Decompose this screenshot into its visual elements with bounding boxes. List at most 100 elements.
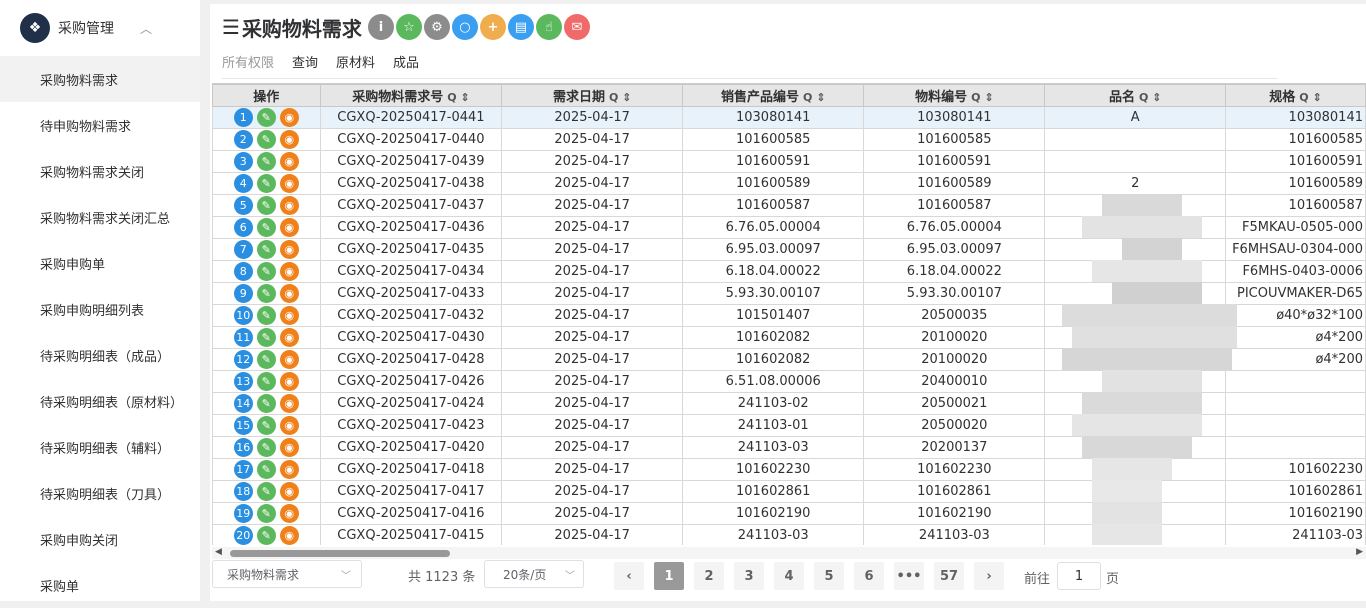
column-header[interactable]: 品名 Q ⇕ [1044,84,1226,107]
table-row[interactable]: 17 ✎ ◉ CGXQ-20250417-0418 2025-04-17 10160223… [212,458,1366,481]
sidebar-header[interactable]: ❖ 采购管理 ︿ [0,0,200,56]
edit-icon[interactable]: ✎ [256,174,276,193]
tab[interactable]: 查询 [292,52,318,71]
sidebar-item[interactable]: 待采购明细表（原材料） [0,378,200,424]
goto-page-input[interactable]: 1 [1057,562,1101,590]
sidebar-item[interactable]: 待采购明细表（成品） [0,332,200,378]
edit-icon[interactable]: ✎ [256,196,276,215]
sidebar-item[interactable]: 采购物料需求关闭汇总 [0,194,200,240]
eye-icon[interactable]: ◉ [279,196,299,215]
table-row[interactable]: 12 ✎ ◉ CGXQ-20250417-0428 2025-04-17 10160208… [212,348,1366,371]
sidebar-item[interactable]: 采购单 [0,562,200,608]
column-header[interactable]: 销售产品编号 Q ⇕ [682,84,865,107]
table-row[interactable]: 10 ✎ ◉ CGXQ-20250417-0432 2025-04-17 10150140… [212,304,1366,327]
scrollbar-thumb[interactable] [230,550,450,557]
edit-icon[interactable]: ✎ [256,394,276,413]
next-page-button[interactable]: › [974,562,1004,590]
column-header[interactable]: 规格 Q ⇕ [1225,84,1366,107]
eye-icon[interactable]: ◉ [279,394,299,413]
sidebar-item[interactable]: 待采购明细表（刀具） [0,470,200,516]
edit-icon[interactable]: ✎ [256,460,276,479]
edit-icon[interactable]: ✎ [256,306,276,325]
page-button[interactable]: 1 [654,562,684,590]
eye-icon[interactable]: ◉ [279,460,299,479]
edit-icon[interactable]: ✎ [256,504,276,523]
table-row[interactable]: 7 ✎ ◉ CGXQ-20250417-0435 2025-04-17 6.95.03.0… [212,238,1366,261]
search-sort-icon[interactable]: Q ⇕ [609,91,631,104]
eye-icon[interactable]: ◉ [279,262,299,281]
sidebar-item[interactable]: 采购申购关闭 [0,516,200,562]
sidebar-item[interactable]: 待采购明细表（辅料） [0,424,200,470]
edit-icon[interactable]: ✎ [256,526,276,545]
eye-icon[interactable]: ◉ [279,328,299,347]
page-button[interactable]: 4 [774,562,804,590]
menu-icon[interactable]: ☰ [222,15,240,39]
edit-icon[interactable]: ✎ [256,108,276,127]
edit-icon[interactable]: ✎ [256,240,276,259]
search-sort-icon[interactable]: Q ⇕ [971,91,993,104]
eye-icon[interactable]: ◉ [279,350,299,369]
prev-page-button[interactable]: ‹ [614,562,644,590]
table-row[interactable]: 5 ✎ ◉ CGXQ-20250417-0437 2025-04-17 101600587… [212,194,1366,217]
eye-icon[interactable]: ◉ [279,372,299,391]
eye-icon[interactable]: ◉ [279,130,299,149]
table-row[interactable]: 2 ✎ ◉ CGXQ-20250417-0440 2025-04-17 101600585… [212,128,1366,151]
table-row[interactable]: 3 ✎ ◉ CGXQ-20250417-0439 2025-04-17 101600591… [212,150,1366,173]
star-icon[interactable]: ☆ [395,14,422,40]
table-row[interactable]: 6 ✎ ◉ CGXQ-20250417-0436 2025-04-17 6.76.05.0… [212,216,1366,239]
page-button[interactable]: 3 [734,562,764,590]
search-icon[interactable]: ○ [451,14,478,40]
page-button[interactable]: 6 [854,562,884,590]
eye-icon[interactable]: ◉ [279,504,299,523]
edit-icon[interactable]: ✎ [256,416,276,435]
table-row[interactable]: 8 ✎ ◉ CGXQ-20250417-0434 2025-04-17 6.18.04.0… [212,260,1366,283]
search-sort-icon[interactable]: Q ⇕ [447,91,469,104]
page-button[interactable]: 5 [814,562,844,590]
column-header[interactable]: 采购物料需求号 Q ⇕ [319,84,503,107]
eye-icon[interactable]: ◉ [279,240,299,259]
eye-icon[interactable]: ◉ [279,526,299,545]
edit-icon[interactable]: ✎ [256,152,276,171]
search-sort-icon[interactable]: Q ⇕ [803,91,825,104]
tab[interactable]: 原材料 [336,52,375,71]
column-header[interactable]: 需求日期 Q ⇕ [501,84,684,107]
page-button[interactable]: ••• [894,562,924,590]
eye-icon[interactable]: ◉ [279,152,299,171]
mail-icon[interactable]: ✉ [563,14,590,40]
table-row[interactable]: 18 ✎ ◉ CGXQ-20250417-0417 2025-04-17 10160286… [212,480,1366,503]
eye-icon[interactable]: ◉ [279,108,299,127]
thumb-up-icon[interactable]: ☝ [535,14,562,40]
table-row[interactable]: 15 ✎ ◉ CGXQ-20250417-0423 2025-04-17 241103-0… [212,414,1366,437]
table-row[interactable]: 11 ✎ ◉ CGXQ-20250417-0430 2025-04-17 10160208… [212,326,1366,349]
table-row[interactable]: 1 ✎ ◉ CGXQ-20250417-0441 2025-04-17 103080141… [212,106,1366,129]
eye-icon[interactable]: ◉ [279,416,299,435]
horizontal-scrollbar[interactable]: ◀ ▶ [212,547,1366,559]
gear-icon[interactable]: ⚙ [423,14,450,40]
edit-icon[interactable]: ✎ [256,262,276,281]
search-sort-icon[interactable]: Q ⇕ [1299,91,1321,104]
tab[interactable]: 所有权限 [222,52,274,71]
edit-icon[interactable]: ✎ [256,482,276,501]
edit-icon[interactable]: ✎ [256,284,276,303]
table-row[interactable]: 19 ✎ ◉ CGXQ-20250417-0416 2025-04-17 10160219… [212,502,1366,525]
scroll-left-icon[interactable]: ◀ [215,547,222,557]
scroll-right-icon[interactable]: ▶ [1356,547,1363,557]
table-row[interactable]: 20 ✎ ◉ CGXQ-20250417-0415 2025-04-17 241103-0… [212,524,1366,545]
sidebar-item[interactable]: 待申购物料需求 [0,102,200,148]
table-row[interactable]: 9 ✎ ◉ CGXQ-20250417-0433 2025-04-17 5.93.30.0… [212,282,1366,305]
view-select[interactable]: 采购物料需求 ﹀ [212,560,362,588]
column-header[interactable]: 物料编号 Q ⇕ [863,84,1046,107]
edit-icon[interactable]: ✎ [256,130,276,149]
table-row[interactable]: 16 ✎ ◉ CGXQ-20250417-0420 2025-04-17 241103-0… [212,436,1366,459]
edit-icon[interactable]: ✎ [256,438,276,457]
table-row[interactable]: 13 ✎ ◉ CGXQ-20250417-0426 2025-04-17 6.51.08.… [212,370,1366,393]
page-button[interactable]: 57 [934,562,964,590]
page-button[interactable]: 2 [694,562,724,590]
eye-icon[interactable]: ◉ [279,306,299,325]
info-icon[interactable]: i [367,14,394,40]
chevron-up-icon[interactable]: ︿ [140,20,152,37]
edit-icon[interactable]: ✎ [256,328,276,347]
eye-icon[interactable]: ◉ [279,218,299,237]
sidebar-item[interactable]: 采购申购单 [0,240,200,286]
table-row[interactable]: 4 ✎ ◉ CGXQ-20250417-0438 2025-04-17 101600589… [212,172,1366,195]
